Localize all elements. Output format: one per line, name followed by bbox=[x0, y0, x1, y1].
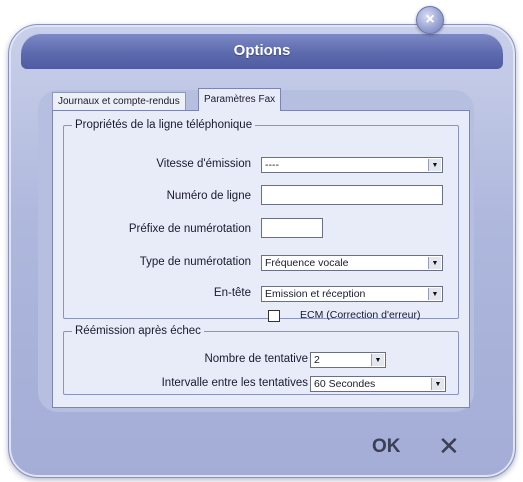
chevron-down-icon: ▼ bbox=[428, 257, 441, 269]
tab-fax-settings[interactable]: Paramètres Fax bbox=[198, 88, 282, 111]
header-select[interactable]: Emission et réception ▼ bbox=[261, 286, 443, 302]
tab-journals-reports[interactable]: Journaux et compte-rendus bbox=[52, 92, 186, 111]
speed-value: ---- bbox=[265, 159, 279, 171]
line-number-label: Numéro de ligne bbox=[166, 190, 251, 202]
chevron-down-icon: ▼ bbox=[431, 378, 444, 390]
ok-button[interactable]: OK bbox=[372, 437, 401, 456]
ecm-checkbox[interactable] bbox=[268, 310, 280, 322]
resend-group: Réémission après échec Nombre de tentati… bbox=[63, 325, 459, 395]
speed-label: Vitesse d'émission bbox=[156, 158, 251, 170]
fax-settings-panel: Propriétés de la ligne téléphonique Vite… bbox=[52, 110, 470, 408]
attempts-select[interactable]: 2 ▼ bbox=[310, 352, 386, 368]
line-properties-group: Propriétés de la ligne téléphonique Vite… bbox=[63, 119, 459, 322]
line-number-input[interactable] bbox=[261, 185, 443, 205]
dial-type-label: Type de numérotation bbox=[139, 256, 251, 268]
speed-select[interactable]: ---- ▼ bbox=[261, 157, 443, 173]
ecm-label: ECM (Correction d'erreur) bbox=[300, 309, 421, 321]
close-icon[interactable]: × bbox=[416, 6, 444, 34]
resend-legend: Réémission après échec bbox=[75, 325, 201, 337]
prefix-label: Préfixe de numérotation bbox=[128, 223, 251, 235]
title-bar[interactable]: Options bbox=[21, 33, 503, 69]
interval-label: Intervalle entre les tentatives bbox=[161, 377, 308, 389]
interval-select[interactable]: 60 Secondes ▼ bbox=[310, 376, 446, 392]
header-value: Emission et réception bbox=[265, 288, 366, 300]
header-label: En-tête bbox=[213, 287, 251, 299]
chevron-down-icon: ▼ bbox=[428, 159, 441, 171]
dial-type-select[interactable]: Fréquence vocale ▼ bbox=[261, 255, 443, 271]
line-properties-legend: Propriétés de la ligne téléphonique bbox=[75, 119, 253, 131]
attempts-label: Nombre de tentative bbox=[204, 353, 308, 365]
prefix-input[interactable] bbox=[261, 218, 323, 238]
window-title: Options bbox=[233, 42, 291, 59]
cancel-button[interactable]: ✕ bbox=[438, 433, 460, 459]
attempts-value: 2 bbox=[314, 354, 320, 366]
interval-value: 60 Secondes bbox=[314, 378, 376, 390]
dial-type-value: Fréquence vocale bbox=[265, 257, 349, 269]
chevron-down-icon: ▼ bbox=[371, 354, 384, 366]
chevron-down-icon: ▼ bbox=[428, 288, 441, 300]
